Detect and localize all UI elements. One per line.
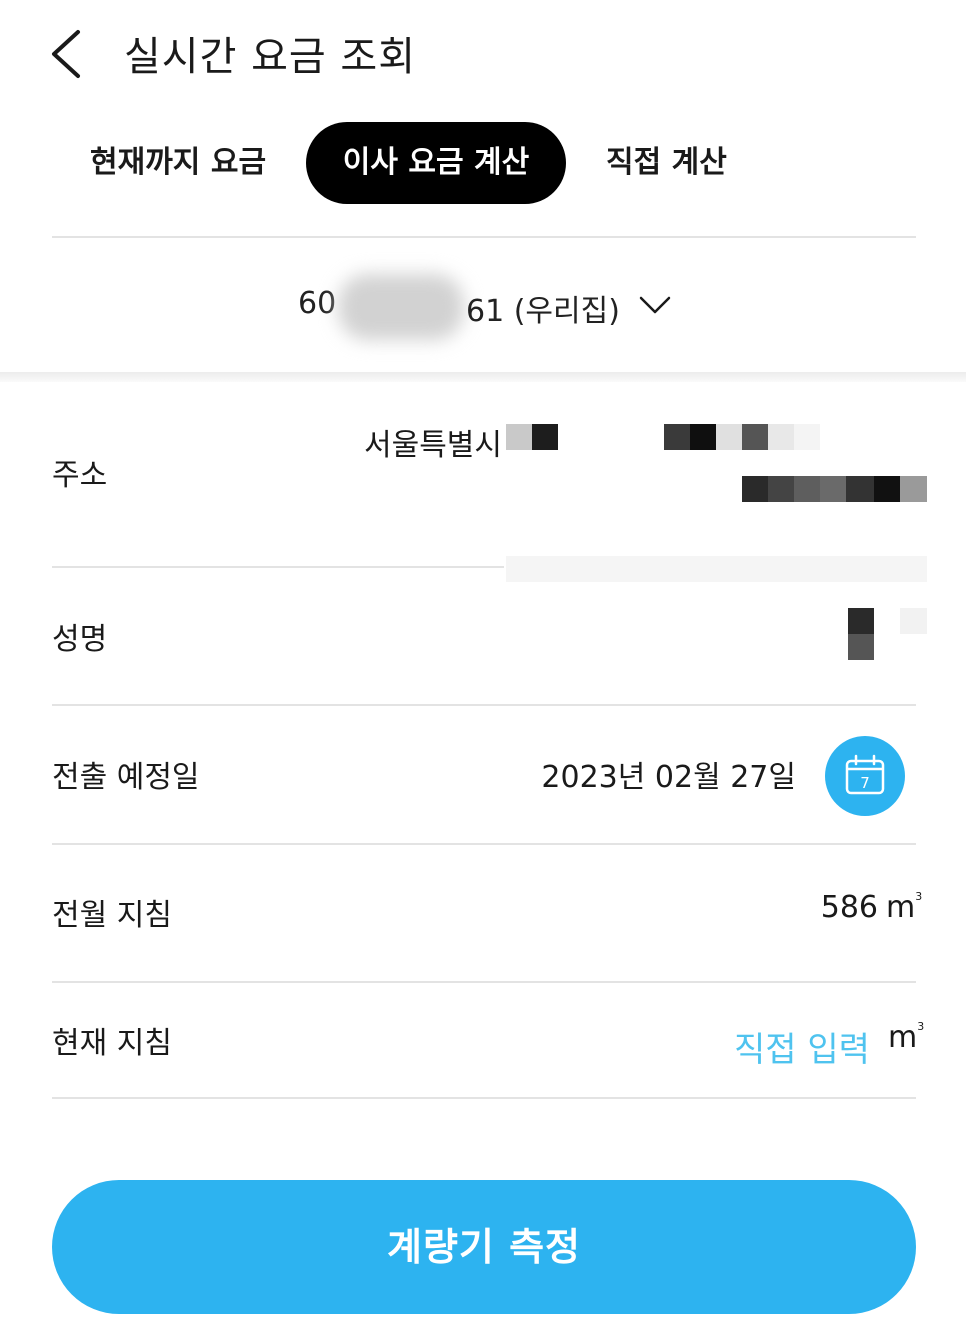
account-selector[interactable]: 60 61 (우리집)	[0, 266, 966, 348]
current-reading-unit: m3	[888, 1020, 925, 1055]
prev-reading-label: 전월 지침	[52, 898, 172, 933]
divider	[52, 981, 916, 983]
divider	[52, 704, 916, 706]
move-out-date-value: 2023년 02월 27일	[541, 760, 796, 795]
page-title: 실시간 요금 조회	[124, 34, 417, 80]
calendar-icon: 7	[845, 754, 885, 795]
prev-reading-unit: m3	[886, 890, 923, 925]
calendar-button[interactable]: 7	[825, 736, 905, 816]
tab-bar: 현재까지 요금 이사 요금 계산 직접 계산	[0, 122, 966, 206]
chevron-down-icon[interactable]	[638, 292, 672, 318]
chevron-left-icon[interactable]	[44, 26, 94, 82]
account-number-suffix: 61 (우리집)	[466, 294, 620, 329]
tab-current-charges[interactable]: 현재까지 요금	[90, 122, 270, 204]
current-reading-label: 현재 지침	[52, 1026, 172, 1061]
account-number-redacted	[338, 274, 464, 340]
header: 실시간 요금 조회	[0, 0, 966, 110]
divider	[52, 566, 504, 568]
address-label: 주소	[52, 458, 108, 493]
meter-measure-button[interactable]: 계량기 측정	[52, 1180, 916, 1314]
account-number-prefix: 60	[298, 286, 337, 321]
prev-reading-value: 586	[820, 890, 878, 925]
screen: 실시간 요금 조회 현재까지 요금 이사 요금 계산 직접 계산 60 61 (…	[0, 0, 966, 1335]
move-out-date-label: 전출 예정일	[52, 760, 200, 795]
tab-direct-calc[interactable]: 직접 계산	[606, 122, 736, 204]
tab-moving-charges[interactable]: 이사 요금 계산	[306, 122, 566, 204]
name-label: 성명	[52, 622, 108, 657]
section-separator	[0, 372, 966, 382]
divider	[52, 236, 916, 238]
calendar-day: 7	[860, 774, 870, 792]
divider	[52, 843, 916, 845]
divider	[52, 1097, 916, 1099]
current-reading-input[interactable]: 직접 입력	[734, 1022, 870, 1071]
address-value: 서울특별시	[364, 428, 502, 463]
